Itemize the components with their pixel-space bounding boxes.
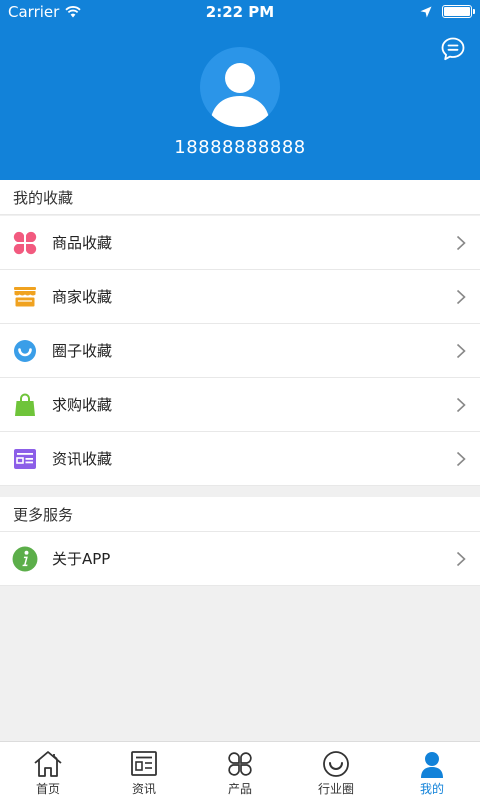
chevron-right-icon [456,289,466,305]
favorites-item-products[interactable]: 商品收藏 [0,216,480,270]
news-card-icon [14,449,36,469]
smile-icon [323,751,349,777]
favorites-item-label: 求购收藏 [52,396,113,414]
chevron-right-icon [456,235,466,251]
status-right [420,5,475,18]
status-time: 2:22 PM [205,3,275,21]
profile-screen: Carrier 2:22 PM 18888888888 我的收藏 商品收藏 商家… [0,0,480,800]
profile-header: Carrier 2:22 PM 18888888888 [0,0,480,180]
favorites-item-circles[interactable]: 圈子收藏 [0,324,480,378]
user-icon [421,752,443,778]
tab-label: 行业圈 [317,782,354,796]
favorites-item-news[interactable]: 资讯收藏 [0,432,480,486]
tab-products[interactable]: 产品 [192,742,288,800]
news-icon [131,751,157,776]
status-bar: Carrier 2:22 PM [0,0,480,26]
chevron-right-icon [456,397,466,413]
more-services-section-title: 更多服务 [0,497,480,532]
favorites-item-stores[interactable]: 商家收藏 [0,270,480,324]
tab-label: 首页 [35,782,60,796]
grid-petals-icon [228,752,252,776]
favorites-item-purchase[interactable]: 求购收藏 [0,378,480,432]
default-avatar-icon [210,63,270,127]
favorites-item-label: 圈子收藏 [52,342,113,360]
home-icon [34,751,62,777]
shopping-bag-icon [15,393,35,416]
chevron-right-icon [456,451,466,467]
tab-home[interactable]: 首页 [0,742,96,800]
location-arrow-icon [420,6,432,17]
message-icon[interactable] [440,36,466,62]
store-icon [14,287,36,307]
more-services-item-label: 关于APP [52,550,111,568]
tab-label: 产品 [227,782,252,796]
more-services-item-about[interactable]: 关于APP [0,532,480,586]
favorites-section-title: 我的收藏 [0,180,480,215]
tab-label: 我的 [419,782,444,796]
smile-circle-icon [14,340,36,362]
info-icon [12,546,38,572]
tab-industry-circle[interactable]: 行业圈 [288,742,384,800]
favorites-item-label: 商品收藏 [52,234,113,252]
tab-label: 资讯 [131,782,156,796]
chevron-right-icon [456,343,466,359]
petals-icon [13,231,37,255]
favorites-item-label: 资讯收藏 [52,450,113,468]
user-phone: 18888888888 [174,137,306,158]
bottom-tab-bar: 首页 资讯 产品 行业圈 我的 [0,741,480,800]
avatar[interactable] [200,47,280,127]
favorites-item-label: 商家收藏 [52,288,113,306]
battery-icon [442,5,475,18]
tab-news[interactable]: 资讯 [96,742,192,800]
chevron-right-icon [456,551,466,567]
tab-me[interactable]: 我的 [384,742,480,800]
